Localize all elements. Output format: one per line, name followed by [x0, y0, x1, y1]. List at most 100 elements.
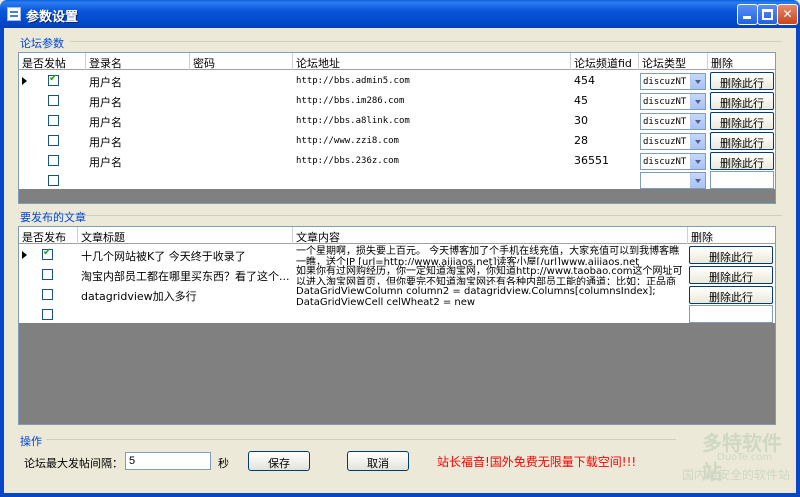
type-select[interactable]: discuzNT — [640, 73, 706, 90]
forum-new-row[interactable] — [19, 171, 775, 191]
type-value: discuzNT — [643, 97, 687, 107]
password-cell[interactable] — [190, 71, 293, 91]
password-cell[interactable] — [190, 131, 293, 151]
col-delete[interactable]: 删除 — [708, 53, 775, 70]
publish-checkbox[interactable] — [42, 309, 53, 320]
forum-row[interactable]: 用户名 http://bbs.im286.com 45 discuzNT 删除此… — [19, 91, 775, 111]
delete-row-button[interactable]: 删除此行 — [710, 72, 774, 90]
article-row[interactable]: datagridview加入多行 DataGridViewColumn colu… — [19, 285, 775, 305]
delete-row-button[interactable]: 删除此行 — [710, 92, 774, 110]
close-button[interactable]: ✕ — [777, 4, 798, 25]
article-grid[interactable]: 是否发布 文章标题 文章内容 删除 十几个网站被K了 今天终于收录了 一个星期啊… — [18, 226, 776, 425]
maximize-button[interactable] — [757, 4, 778, 25]
article-grid-header: 是否发布 文章标题 文章内容 删除 — [19, 227, 775, 244]
delete-row-button[interactable]: 删除此行 — [710, 152, 774, 170]
post-checkbox[interactable] — [48, 115, 59, 126]
fid-cell[interactable]: 45 — [571, 91, 639, 111]
type-value: discuzNT — [643, 117, 687, 127]
publish-checkbox[interactable] — [42, 247, 53, 260]
chevron-down-icon[interactable] — [690, 114, 705, 129]
col-publish[interactable]: 是否发布 — [19, 227, 78, 244]
password-cell[interactable] — [190, 151, 293, 171]
interval-label: 论坛最大发帖间隔： — [24, 457, 123, 470]
col-content[interactable]: 文章内容 — [293, 227, 688, 244]
url-cell[interactable]: http://bbs.236z.com — [293, 151, 571, 171]
publish-checkbox[interactable] — [42, 289, 53, 300]
fid-cell[interactable]: 36551 — [571, 151, 639, 171]
article-new-row[interactable] — [19, 305, 775, 325]
forum-row[interactable]: 用户名 http://www.zzi8.com 28 discuzNT 删除此行 — [19, 131, 775, 151]
forum-grid[interactable]: 是否发帖 登录名 密码 论坛地址 论坛频道fid 论坛类型 删除 用户名 htt… — [18, 52, 776, 204]
url-cell[interactable]: http://bbs.admin5.com — [293, 71, 571, 91]
delete-article-button[interactable]: 删除此行 — [689, 266, 773, 284]
article-row[interactable]: 淘宝内部员工都在哪里买东西？看了这个... 如果你有过网购经历，你一定知道淘宝网… — [19, 265, 775, 285]
post-checkbox[interactable] — [48, 135, 59, 146]
post-checkbox[interactable] — [48, 175, 59, 186]
cancel-button[interactable]: 取消 — [347, 451, 409, 471]
fid-cell[interactable]: 30 — [571, 111, 639, 131]
login-cell[interactable]: 用户名 — [86, 151, 190, 171]
window-title: 参数设置 — [26, 10, 79, 25]
forum-grid-body: 是否发帖 登录名 密码 论坛地址 论坛频道fid 论坛类型 删除 用户名 htt… — [19, 53, 775, 189]
content-cell[interactable]: 一个星期啊，损失要上百元。 今天博客加了个手机在线充值，大家充值可以到我博客瞧一… — [293, 245, 688, 265]
delete-row-button[interactable]: 删除此行 — [710, 132, 774, 150]
post-checkbox[interactable] — [48, 155, 59, 166]
type-select[interactable]: discuzNT — [640, 133, 706, 150]
col-title[interactable]: 文章标题 — [78, 227, 293, 244]
post-checkbox[interactable] — [48, 73, 59, 86]
url-cell[interactable]: http://bbs.a8link.com — [293, 111, 571, 131]
post-checkbox[interactable] — [48, 95, 59, 106]
col-article-delete[interactable]: 删除 — [688, 227, 775, 244]
col-fid[interactable]: 论坛频道fid — [571, 53, 639, 70]
ops-group-label: 操作 — [18, 433, 44, 449]
content-cell[interactable]: 如果你有过网购经历，你一定知道淘宝网，你知道http://www.taobao.… — [293, 265, 688, 285]
type-select[interactable]: discuzNT — [640, 93, 706, 110]
title-cell[interactable]: 淘宝内部员工都在哪里买东西？看了这个... — [78, 265, 293, 285]
fid-cell[interactable]: 28 — [571, 131, 639, 151]
unit-label: 秒 — [218, 457, 229, 470]
chevron-down-icon[interactable] — [690, 74, 705, 89]
login-cell[interactable]: 用户名 — [86, 91, 190, 111]
type-select[interactable] — [640, 172, 706, 189]
publish-checkbox[interactable] — [42, 269, 53, 280]
login-cell[interactable]: 用户名 — [86, 131, 190, 151]
col-password[interactable]: 密码 — [190, 53, 293, 70]
url-cell[interactable]: http://www.zzi8.com — [293, 131, 571, 151]
type-value: discuzNT — [643, 137, 687, 147]
login-cell[interactable]: 用户名 — [86, 71, 190, 91]
delete-article-button[interactable] — [689, 305, 773, 323]
chevron-down-icon[interactable] — [690, 173, 705, 188]
delete-row-button[interactable]: 删除此行 — [710, 112, 774, 130]
col-url[interactable]: 论坛地址 — [293, 53, 571, 70]
title-cell[interactable]: 十几个网站被K了 今天终于收录了 — [78, 245, 293, 265]
save-button[interactable]: 保存 — [248, 451, 310, 471]
password-cell[interactable] — [190, 91, 293, 111]
type-select[interactable]: discuzNT — [640, 113, 706, 130]
title-cell[interactable]: datagridview加入多行 — [78, 285, 293, 305]
chevron-down-icon[interactable] — [690, 134, 705, 149]
col-login[interactable]: 登录名 — [86, 53, 190, 70]
interval-input[interactable] — [125, 452, 211, 470]
type-select[interactable]: discuzNT — [640, 153, 706, 170]
login-cell[interactable]: 用户名 — [86, 111, 190, 131]
content-cell[interactable]: DataGridViewColumn column2 = datagridvie… — [293, 285, 688, 305]
forum-row[interactable]: 用户名 http://bbs.236z.com 36551 discuzNT 删… — [19, 151, 775, 171]
promo-link[interactable]: 站长福音!国外免费无限量下载空间!!! — [437, 453, 636, 470]
article-row[interactable]: 十几个网站被K了 今天终于收录了 一个星期啊，损失要上百元。 今天博客加了个手机… — [19, 245, 775, 265]
password-cell[interactable] — [190, 111, 293, 131]
minimize-button[interactable] — [737, 4, 758, 25]
url-cell[interactable]: http://bbs.im286.com — [293, 91, 571, 111]
forum-row[interactable]: 用户名 http://bbs.a8link.com 30 discuzNT 删除… — [19, 111, 775, 131]
chevron-down-icon[interactable] — [690, 154, 705, 169]
forum-grid-header: 是否发帖 登录名 密码 论坛地址 论坛频道fid 论坛类型 删除 — [19, 53, 775, 70]
col-type[interactable]: 论坛类型 — [639, 53, 708, 70]
delete-article-button[interactable]: 删除此行 — [689, 286, 773, 304]
col-post[interactable]: 是否发帖 — [19, 53, 86, 70]
title-bar[interactable]: 参数设置 ✕ — [0, 0, 800, 28]
chevron-down-icon[interactable] — [690, 94, 705, 109]
fid-cell[interactable]: 454 — [571, 71, 639, 91]
delete-row-button[interactable] — [710, 171, 774, 189]
forum-row[interactable]: 用户名 http://bbs.admin5.com 454 discuzNT 删… — [19, 71, 775, 91]
delete-article-button[interactable]: 删除此行 — [689, 246, 773, 264]
ops-group-line — [46, 439, 676, 440]
